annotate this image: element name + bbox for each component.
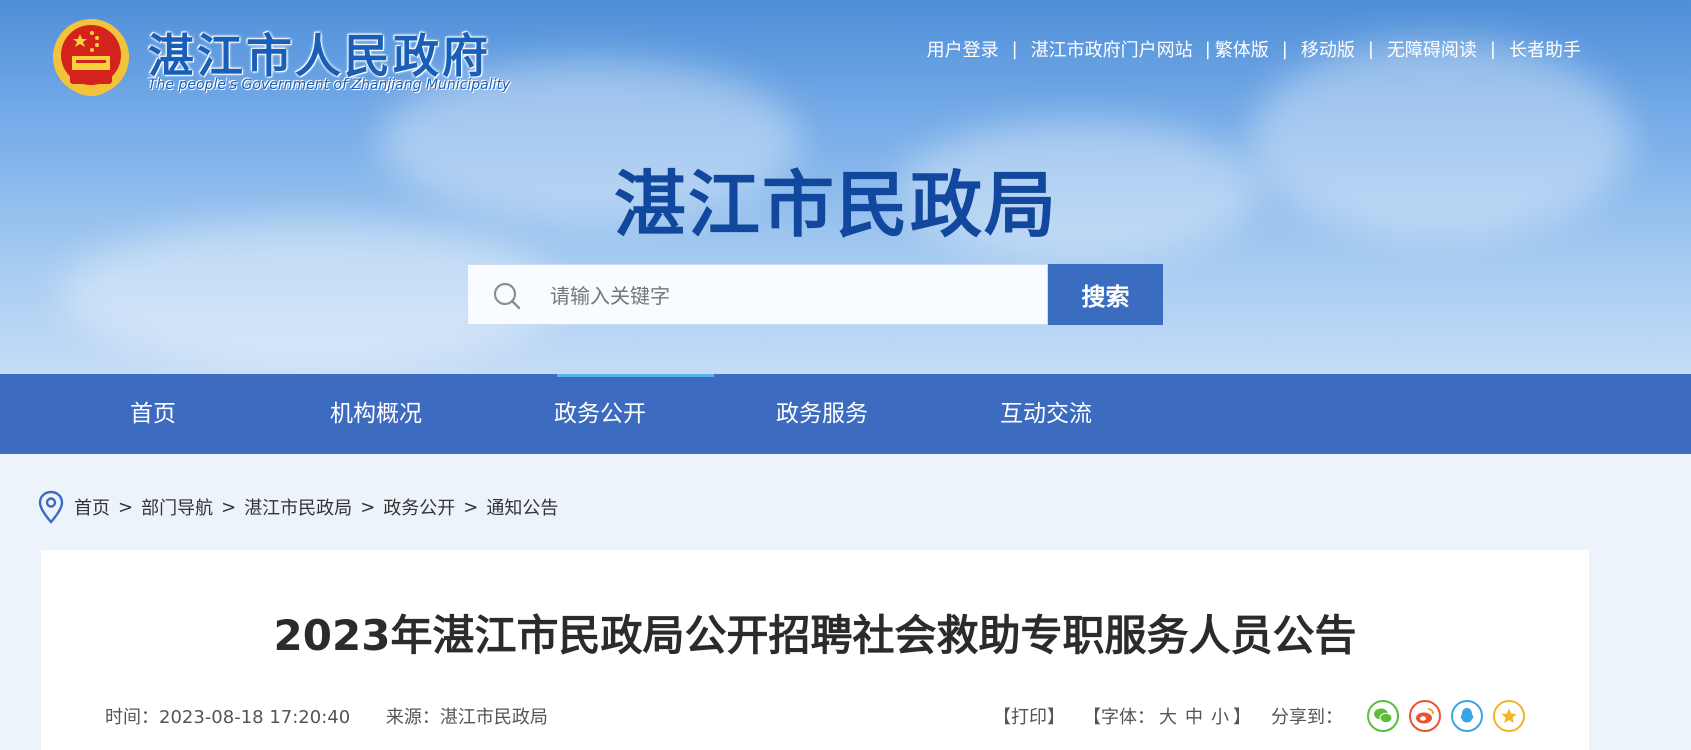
separator: | xyxy=(1489,38,1496,60)
accessibility-link[interactable]: 无障碍阅读 xyxy=(1387,36,1477,62)
header-banner: 湛江市人民政府 The people's Government of Zhanj… xyxy=(0,0,1691,374)
separator: | xyxy=(1204,38,1211,60)
breadcrumb-government-affairs[interactable]: 政务公开 xyxy=(383,494,455,520)
article-meta: 时间：2023-08-18 17:20:40 来源：湛江市民政局 xyxy=(105,703,578,729)
department-title: 湛江市民政局 xyxy=(614,163,1059,247)
user-login-link[interactable]: 用户登录 xyxy=(927,36,999,62)
font-medium-button[interactable]: 中 xyxy=(1185,703,1203,729)
article-title: 2023年湛江市民政局公开招聘社会救助专职服务人员公告 xyxy=(273,611,1357,660)
weibo-icon[interactable] xyxy=(1409,700,1441,732)
separator: | xyxy=(1011,38,1018,60)
font-size-label: 【字体： xyxy=(1083,707,1155,728)
gov-portal-link[interactable]: 湛江市政府门户网站 xyxy=(1031,36,1193,62)
share-label: 分享到： xyxy=(1271,707,1343,728)
qq-icon[interactable] xyxy=(1451,700,1483,732)
mobile-version-link[interactable]: 移动版 xyxy=(1301,36,1355,62)
breadcrumb-department-nav[interactable]: 部门导航 xyxy=(141,494,213,520)
breadcrumb-separator: > xyxy=(118,496,134,518)
nav-government-affairs[interactable]: 政务公开 xyxy=(554,374,646,454)
search-icon xyxy=(493,282,521,310)
nav-interaction[interactable]: 互动交流 xyxy=(1000,374,1092,454)
nav-active-indicator xyxy=(557,374,714,377)
article-tools: 【打印】 【字体： 大 中 小 】 分享到： xyxy=(993,700,1525,732)
gov-subtitle: The people's Government of Zhanjiang Mun… xyxy=(148,77,511,93)
favorite-star-icon[interactable] xyxy=(1493,700,1525,732)
separator: | xyxy=(1367,38,1374,60)
nav-home[interactable]: 首页 xyxy=(130,374,176,454)
nav-government-services[interactable]: 政务服务 xyxy=(776,374,868,454)
emblem-icon xyxy=(53,19,129,97)
main-nav: 首页 机构概况 政务公开 政务服务 互动交流 xyxy=(0,374,1691,454)
font-small-button[interactable]: 小 xyxy=(1211,703,1229,729)
search-input[interactable] xyxy=(548,273,1032,319)
traditional-chinese-link[interactable]: 繁体版 xyxy=(1215,36,1269,62)
breadcrumb: 首页 > 部门导航 > 湛江市民政局 > 政务公开 > 通知公告 xyxy=(38,490,558,524)
font-size-close: 】 xyxy=(1233,707,1251,728)
breadcrumb-separator: > xyxy=(360,496,376,518)
elderly-assistant-link[interactable]: 长者助手 xyxy=(1509,36,1581,62)
separator: | xyxy=(1281,38,1288,60)
breadcrumb-separator: > xyxy=(463,496,479,518)
print-button[interactable]: 【打印】 xyxy=(993,703,1065,729)
top-links: 用户登录 | 湛江市政府门户网站 | 繁体版 | 移动版 | 无障碍阅读 | 长… xyxy=(927,36,1581,62)
breadcrumb-home[interactable]: 首页 xyxy=(74,494,110,520)
breadcrumb-separator: > xyxy=(221,496,237,518)
search-box xyxy=(467,264,1048,325)
breadcrumb-civil-affairs[interactable]: 湛江市民政局 xyxy=(244,494,352,520)
article-card: 2023年湛江市民政局公开招聘社会救助专职服务人员公告 时间：2023-08-1… xyxy=(41,550,1589,750)
publish-time: 时间：2023-08-18 17:20:40 xyxy=(105,707,351,728)
nav-organization[interactable]: 机构概况 xyxy=(330,374,422,454)
location-pin-icon xyxy=(38,490,64,524)
breadcrumb-notices[interactable]: 通知公告 xyxy=(486,494,558,520)
font-large-button[interactable]: 大 xyxy=(1159,703,1177,729)
cloud-decoration xyxy=(1250,40,1630,240)
search-button[interactable]: 搜索 xyxy=(1048,264,1163,325)
article-source: 来源：湛江市民政局 xyxy=(385,707,548,728)
wechat-icon[interactable] xyxy=(1367,700,1399,732)
